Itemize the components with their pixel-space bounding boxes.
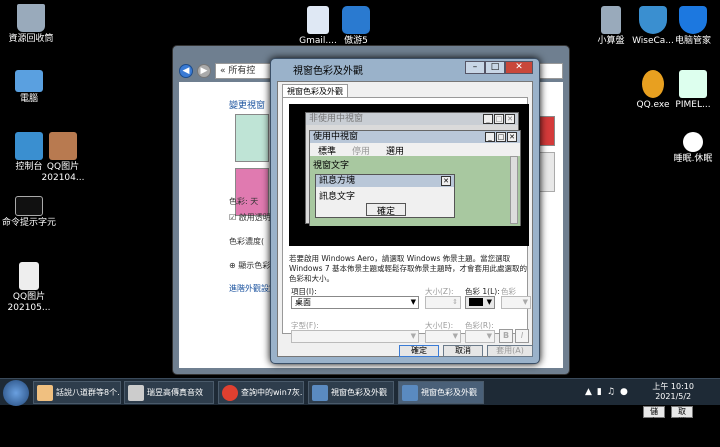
clock[interactable]: 上午 10:10 2021/5/2 [652, 382, 694, 402]
chevron-down-icon: ▼ [522, 298, 528, 306]
taskbar-item-window-color-2[interactable]: 視窗色彩及外觀 [398, 381, 484, 404]
pimel-icon[interactable]: PIMEL... [664, 70, 720, 111]
font-select[interactable]: ▼ [291, 330, 419, 343]
forward-arrow-icon[interactable]: ▶ [197, 64, 211, 78]
back-arrow-icon[interactable]: ◀ [179, 64, 193, 78]
minimize-icon: _ [483, 114, 493, 124]
dialog-body: 視窗色彩及外觀 非使用中視窗 _ □ ✕ 使用中視窗 _ □ ✕ 標準 停用 選… [277, 81, 533, 357]
computer-icon[interactable]: 電腦 [0, 70, 58, 105]
color-swatch[interactable] [235, 168, 269, 216]
maximize-icon: □ [494, 114, 504, 124]
close-icon: ✕ [441, 176, 451, 186]
qq-avatar-icon [37, 385, 53, 401]
window-color-dialog: 視窗色彩及外觀 – □ ✕ 視窗色彩及外觀 非使用中視窗 _ □ ✕ 使用中視窗 _… [270, 58, 540, 364]
close-icon[interactable]: ✕ [505, 61, 533, 74]
taskbar-item-realtek[interactable]: 瑞昱高傳真音效 [124, 381, 214, 404]
preview-scrollbar [510, 156, 518, 224]
intensity-label: 色彩濃度( [229, 237, 265, 246]
cancel-button[interactable]: 取消 [443, 345, 483, 357]
color2-picker[interactable]: ▼ [501, 296, 531, 309]
clock-date: 2021/5/2 [655, 392, 692, 401]
maxthon-icon[interactable]: 傲游5 [327, 6, 385, 47]
command-prompt-icon[interactable]: 命令提示字元 [0, 196, 58, 229]
window-text: 視窗文字 [313, 161, 350, 171]
chevron-down-icon: ▼ [452, 332, 458, 340]
inactive-window-title: 非使用中視窗 [309, 114, 364, 124]
dialog-title: 視窗色彩及外觀 [293, 65, 363, 77]
minimize-icon[interactable]: – [465, 61, 485, 74]
save-changes-button[interactable]: 儲存變更 [643, 406, 665, 446]
ok-button[interactable]: 確定 [399, 345, 439, 357]
color1-picker[interactable]: ▼ [465, 296, 495, 309]
chevron-down-icon: ▼ [410, 332, 416, 340]
window-color-icon [312, 385, 328, 401]
bold-button[interactable]: B [499, 329, 513, 343]
spinner-icon: ⇕ [452, 298, 458, 306]
chevron-down-icon: ▼ [486, 298, 492, 306]
taskbar-item-browser[interactable]: 查詢中的win7灰... [218, 381, 304, 404]
tab-panel: 非使用中視窗 _ □ ✕ 使用中視窗 _ □ ✕ 標準 停用 選用 視窗文字 訊… [282, 97, 531, 343]
window-color-icon [402, 385, 418, 401]
qq-image-1-icon[interactable]: QQ图片202104... [34, 132, 92, 184]
tray-icons[interactable]: ▲▮♫● [585, 387, 633, 397]
taskbar: 話說八道群等8个... 瑞昱高傳真音效 查詢中的win7灰... 視窗色彩及外觀… [0, 378, 720, 406]
dialog-titlebar[interactable]: 視窗色彩及外觀 – □ ✕ [271, 59, 539, 79]
italic-button[interactable]: I [515, 329, 529, 343]
color-mixer-toggle[interactable]: ⊕ 顯示色彩 [229, 260, 270, 271]
menu-normal: 標準 [318, 147, 337, 157]
taskbar-item-qq-group[interactable]: 話說八道群等8个... [33, 381, 121, 404]
clock-time: 上午 10:10 [652, 382, 694, 391]
speaker-icon [128, 385, 144, 401]
message-box-title: 訊息方塊 [319, 176, 356, 186]
font-size-select[interactable]: ▼ [425, 330, 461, 343]
maximize-icon: □ [496, 132, 506, 142]
minimize-icon: _ [485, 132, 495, 142]
start-button[interactable] [3, 380, 29, 406]
active-window-title: 使用中視窗 [313, 132, 359, 142]
cancel-button[interactable]: 取消 [671, 406, 693, 426]
maximize-icon[interactable]: □ [485, 61, 505, 74]
color-swatch[interactable] [235, 114, 269, 162]
color-swatch [469, 298, 483, 306]
appearance-preview[interactable]: 非使用中視窗 _ □ ✕ 使用中視窗 _ □ ✕ 標準 停用 選用 視窗文字 訊… [289, 104, 529, 246]
font-color-picker[interactable]: ▼ [465, 330, 495, 343]
close-icon: ✕ [507, 132, 517, 142]
size-spinner[interactable]: ⇕ [425, 296, 461, 309]
item-select[interactable]: 桌面 ▼ [291, 296, 419, 309]
menu-selected: 選用 [386, 147, 405, 157]
sleep-icon[interactable]: 睡眠.休眠 [664, 132, 720, 165]
color-label: 色彩: 天 [229, 197, 259, 206]
message-text: 訊息文字 [319, 192, 356, 202]
tab-window-color[interactable]: 視窗色彩及外觀 [282, 84, 348, 98]
preview-menubar: 標準 停用 選用 [310, 143, 520, 157]
pc-manager-icon[interactable]: 电脑管家 [664, 6, 720, 47]
close-icon: ✕ [505, 114, 515, 124]
chevron-down-icon: ▼ [410, 298, 416, 306]
menu-disabled: 停用 [352, 147, 371, 157]
preview-ok-button: 確定 [366, 203, 406, 217]
apply-button[interactable]: 套用(A) [487, 345, 533, 357]
chrome-icon [222, 385, 238, 401]
chevron-down-icon: ▼ [486, 332, 492, 340]
recycle-bin-icon[interactable]: 資源回收筒 [2, 4, 60, 45]
taskbar-item-window-color-1[interactable]: 視窗色彩及外觀 [308, 381, 394, 404]
preview-message-box: 訊息方塊 ✕ 訊息文字 確定 [315, 174, 455, 218]
aero-description: 若要啟用 Windows Aero，請選取 Windows 佈景主題。當您選取 … [289, 254, 528, 283]
qq-image-2-icon[interactable]: QQ图片202105... [0, 262, 58, 314]
